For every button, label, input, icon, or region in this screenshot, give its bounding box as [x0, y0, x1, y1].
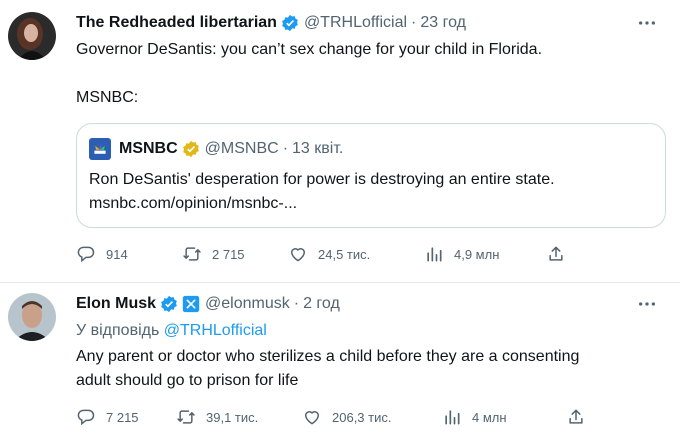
author-name[interactable]: The Redheaded libertarian	[76, 14, 277, 32]
tweet-timestamp[interactable]: 23 год	[420, 14, 466, 32]
quoted-tweet-timestamp[interactable]: 13 квіт.	[292, 140, 343, 158]
retweet-button[interactable]: 39,1 тис.	[176, 407, 302, 427]
tweet-header: The Redheaded libertarian @TRHLofficial …	[76, 12, 466, 34]
reply-context: У відповідь @TRHLofficial	[76, 319, 666, 343]
tweet-timestamp[interactable]: 2 год	[303, 295, 340, 313]
quoted-tweet-text: Ron DeSantis' desperation for power is d…	[89, 168, 655, 216]
quoted-link[interactable]: msnbc.com/opinion/msnbc-...	[89, 192, 655, 216]
share-button[interactable]	[546, 244, 576, 264]
retweet-icon	[183, 247, 201, 261]
like-button[interactable]: 206,3 тис.	[302, 407, 442, 427]
tweet-header: Elon Musk @elonmusk · 2 год	[76, 293, 340, 315]
reply-button[interactable]: 914	[76, 244, 182, 264]
retweet-icon	[177, 410, 195, 424]
like-count: 206,3 тис.	[332, 409, 392, 425]
x-affiliation-badge-icon[interactable]	[182, 295, 200, 313]
verified-icon	[160, 295, 178, 313]
views-button[interactable]: 4,9 млн	[424, 244, 546, 264]
retweet-count: 2 715	[212, 246, 245, 262]
tweet-actions: 914 2 715 24,5 тис. 4,9 млн	[76, 242, 576, 266]
avatar[interactable]	[8, 293, 56, 341]
more-icon[interactable]	[636, 293, 658, 315]
verified-icon	[281, 14, 299, 32]
views-icon	[445, 410, 460, 425]
quoted-text-line: Ron DeSantis' desperation for power is d…	[89, 171, 555, 188]
views-icon	[427, 247, 442, 262]
avatar[interactable]	[8, 12, 56, 60]
tweet-text-line: Governor DeSantis: you can’t sex change …	[76, 41, 543, 58]
separator-dot: ·	[282, 140, 289, 157]
views-count: 4 млн	[472, 409, 507, 425]
quoted-author-name[interactable]: MSNBC	[119, 140, 178, 158]
views-count: 4,9 млн	[454, 246, 500, 262]
verified-icon	[182, 140, 200, 158]
tweet-text: Governor DeSantis: you can’t sex change …	[76, 38, 666, 110]
reply-button[interactable]: 7 215	[76, 407, 176, 427]
reply-icon	[77, 409, 95, 426]
separator-dot: ·	[411, 14, 417, 31]
author-handle[interactable]: @TRHLofficial	[304, 14, 407, 32]
retweet-count: 39,1 тис.	[206, 409, 259, 425]
tweet-text-line: MSNBC:	[76, 89, 139, 106]
tweet-text-line: Any parent or doctor who sterilizes a ch…	[76, 348, 580, 365]
tweet-text: Any parent or doctor who sterilizes a ch…	[76, 345, 666, 393]
tweet-text-line: adult should go to prison for life	[76, 372, 299, 389]
reply-count: 7 215	[106, 409, 139, 425]
more-icon[interactable]	[636, 12, 658, 34]
like-count: 24,5 тис.	[318, 246, 371, 262]
like-icon	[291, 248, 305, 262]
share-button[interactable]	[566, 407, 596, 427]
author-handle[interactable]: @elonmusk	[205, 295, 290, 313]
msnbc-logo-icon	[89, 138, 111, 160]
retweet-button[interactable]: 2 715	[182, 244, 288, 264]
author-name[interactable]: Elon Musk	[76, 295, 156, 313]
tweet-elonmusk[interactable]: Elon Musk @elonmusk · 2 год У відповідь …	[0, 282, 680, 446]
quoted-tweet[interactable]: MSNBC @MSNBC · 13 квіт. Ron DeSantis' de…	[76, 123, 666, 228]
reply-icon	[77, 246, 95, 263]
separator-dot: ·	[293, 295, 300, 312]
like-icon	[305, 411, 319, 425]
like-button[interactable]: 24,5 тис.	[288, 244, 424, 264]
quoted-author-handle[interactable]: @MSNBC	[205, 140, 279, 158]
share-icon	[549, 246, 563, 261]
views-button[interactable]: 4 млн	[442, 407, 566, 427]
tweet-actions: 7 215 39,1 тис. 206,3 тис. 4 млн	[76, 405, 596, 429]
tweet-trhlofficial[interactable]: The Redheaded libertarian @TRHLofficial …	[0, 0, 680, 282]
quoted-tweet-header: MSNBC @MSNBC · 13 квіт.	[89, 138, 343, 160]
reply-prefix: У відповідь	[76, 322, 160, 339]
reply-count: 914	[106, 246, 128, 262]
share-icon	[569, 409, 583, 424]
reply-mention-link[interactable]: @TRHLofficial	[164, 322, 267, 339]
